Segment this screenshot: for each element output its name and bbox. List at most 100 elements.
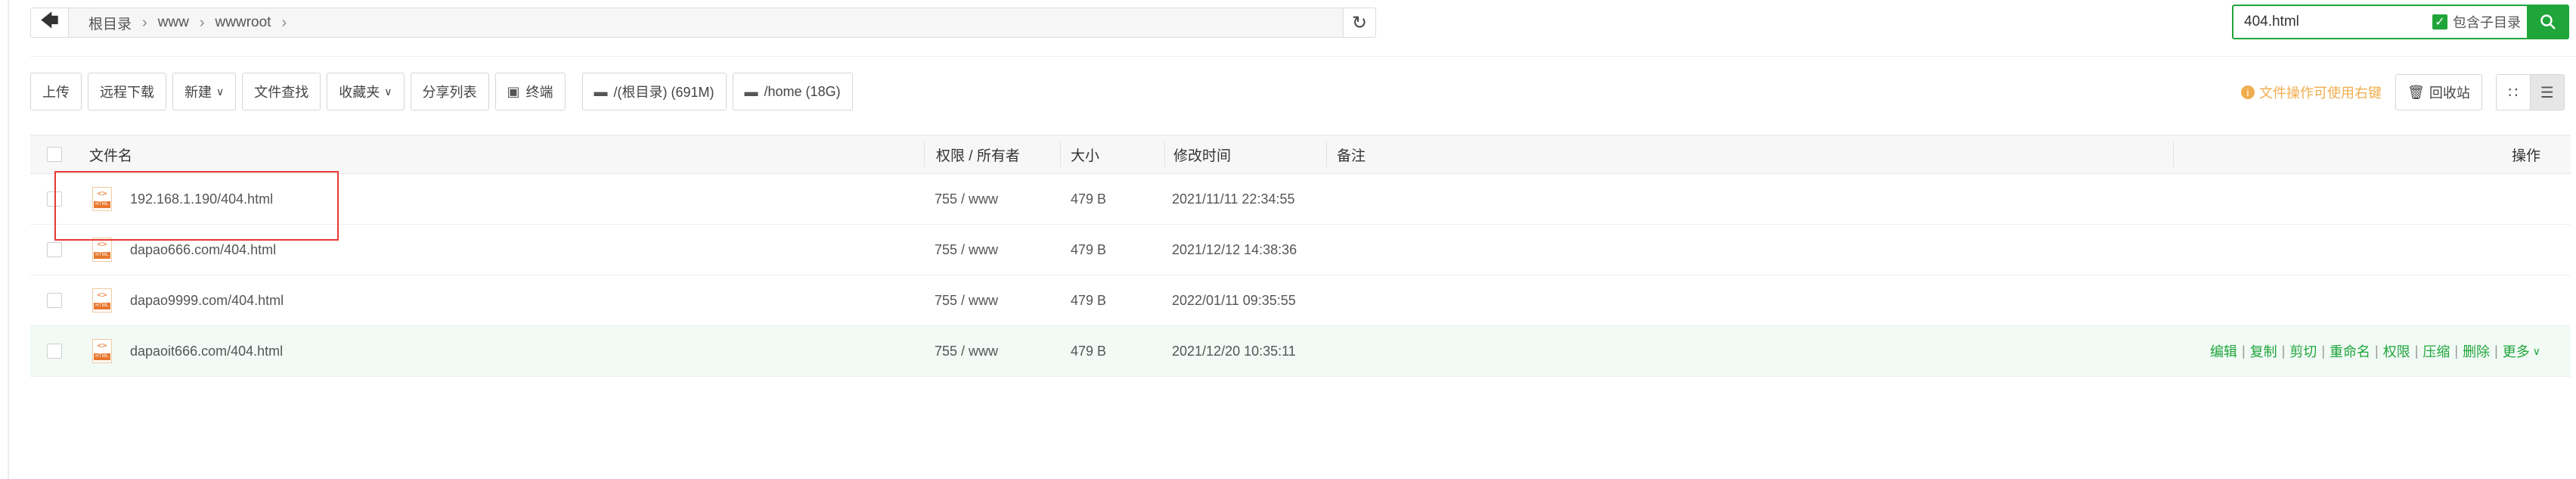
terminal-icon: ▣ xyxy=(507,83,520,99)
chevron-down-icon: ∨ xyxy=(2532,344,2540,357)
search-icon xyxy=(2540,14,2556,30)
html-file-icon: <> HTML xyxy=(92,275,112,325)
disk-icon: ▬ xyxy=(744,83,758,99)
breadcrumb-item-www[interactable]: www xyxy=(147,14,200,31)
include-subdir-toggle[interactable]: ✓ 包含子目录 xyxy=(2432,12,2521,32)
table-row[interactable]: <> HTML dapao9999.com/404.html 755 / www … xyxy=(30,275,2571,326)
chevron-down-icon: ∨ xyxy=(216,85,225,98)
refresh-icon: ↻ xyxy=(1351,12,1368,33)
breadcrumb-item-root[interactable]: 根目录 xyxy=(78,13,142,33)
chevron-right-icon: › xyxy=(281,14,287,31)
permission-link[interactable]: 权限 xyxy=(2383,341,2410,361)
find-in-files-button[interactable]: 文件查找 xyxy=(242,73,321,110)
terminal-button[interactable]: ▣ 终端 xyxy=(494,73,566,110)
rename-link[interactable]: 重命名 xyxy=(2330,341,2370,361)
file-perm[interactable]: 755 / www xyxy=(935,275,998,325)
share-list-button[interactable]: 分享列表 xyxy=(410,73,489,110)
more-link[interactable]: 更多 xyxy=(2503,341,2530,361)
col-perm[interactable]: 权限 / 所有者 xyxy=(936,135,1020,173)
file-mtime: 2021/11/11 22:34:55 xyxy=(1172,191,1295,207)
row-actions: 编辑 | 复制 | 剪切 | 重命名 | 权限 | 压缩 | 删除 | 更多 ∨ xyxy=(2210,326,2540,376)
column-divider xyxy=(1060,142,1061,167)
html-file-icon: <> HTML xyxy=(92,326,112,376)
hint-text: 文件操作可使用右键 xyxy=(2259,86,2382,101)
back-button[interactable]: 🡄 xyxy=(31,8,69,37)
file-perm[interactable]: 755 / www xyxy=(935,225,998,275)
separator: | xyxy=(2454,343,2459,359)
copy-link[interactable]: 复制 xyxy=(2250,341,2277,361)
col-name[interactable]: 文件名 xyxy=(89,135,132,173)
left-divider xyxy=(8,0,9,479)
separator: | xyxy=(2321,343,2325,359)
file-size: 479 B xyxy=(1071,241,1107,257)
chevron-right-icon: › xyxy=(142,14,147,31)
include-subdir-label: 包含子目录 xyxy=(2453,15,2521,30)
file-table: 文件名 权限 / 所有者 大小 修改时间 备注 操作 <> HTML 192.16… xyxy=(30,135,2571,377)
right-click-hint: i 文件操作可使用右键 xyxy=(2241,82,2382,102)
edit-link[interactable]: 编辑 xyxy=(2210,341,2237,361)
trash-icon: 🗑 xyxy=(2407,84,2425,100)
column-divider xyxy=(1164,142,1165,167)
table-row[interactable]: <> HTML 192.168.1.190/404.html 755 / www … xyxy=(30,174,2571,225)
search-input[interactable] xyxy=(2243,13,2427,31)
column-divider xyxy=(924,142,925,167)
file-name[interactable]: dapaoit666.com/404.html xyxy=(130,326,283,376)
recycle-bin-label: 回收站 xyxy=(2429,86,2470,101)
separator: | xyxy=(2241,343,2246,359)
breadcrumb-item-wwwroot[interactable]: wwwroot xyxy=(205,14,282,31)
breadcrumb: 根目录 › www › wwwroot › xyxy=(69,13,287,33)
disk-home-label: /home (18G) xyxy=(764,83,841,99)
favorites-label: 收藏夹 xyxy=(339,85,380,100)
right-toolbar: i 文件操作可使用右键 🗑 回收站 ∷ ☰ xyxy=(2241,73,2565,112)
select-all-checkbox[interactable] xyxy=(47,135,62,173)
separator: | xyxy=(2281,343,2286,359)
disk-root-label: /(根目录) (691M) xyxy=(613,85,715,100)
file-mtime: 2021/12/20 10:35:11 xyxy=(1172,343,1296,359)
table-header: 文件名 权限 / 所有者 大小 修改时间 备注 操作 xyxy=(30,135,2571,174)
row-checkbox[interactable] xyxy=(47,275,62,325)
file-size: 479 B xyxy=(1071,292,1107,308)
file-size: 479 B xyxy=(1071,191,1107,207)
highlight-box xyxy=(54,171,339,241)
col-mtime[interactable]: 修改时间 xyxy=(1173,135,1231,173)
file-perm[interactable]: 755 / www xyxy=(935,174,998,224)
disk-root-button[interactable]: ▬ /(根目录) (691M) xyxy=(581,73,727,110)
file-mtime: 2022/01/11 09:35:55 xyxy=(1172,292,1296,308)
table-row[interactable]: <> HTML dapaoit666.com/404.html 755 / www… xyxy=(30,326,2571,377)
refresh-button[interactable]: ↻ xyxy=(1343,8,1376,38)
col-size[interactable]: 大小 xyxy=(1071,135,1099,173)
list-view-button[interactable]: ☰ xyxy=(2529,74,2565,110)
separator: | xyxy=(2414,343,2419,359)
cut-link[interactable]: 剪切 xyxy=(2289,341,2317,361)
row-checkbox[interactable] xyxy=(47,326,62,376)
list-view-icon: ☰ xyxy=(2540,84,2554,101)
separator: | xyxy=(2375,343,2379,359)
path-bar[interactable]: 🡄 根目录 › www › wwwroot › xyxy=(30,8,1375,38)
chevron-down-icon: ∨ xyxy=(384,85,392,98)
column-divider xyxy=(2173,142,2174,167)
favorites-dropdown-button[interactable]: 收藏夹 ∨ xyxy=(327,73,405,110)
column-divider xyxy=(1326,142,1327,167)
divider xyxy=(30,56,2576,57)
table-row[interactable]: <> HTML dapao666.com/404.html 755 / www 4… xyxy=(30,225,2571,275)
search-box: ✓ 包含子目录 xyxy=(2232,5,2528,39)
file-name[interactable]: dapao9999.com/404.html xyxy=(130,275,284,325)
disk-home-button[interactable]: ▬ /home (18G) xyxy=(732,73,853,110)
delete-link[interactable]: 删除 xyxy=(2463,341,2490,361)
search-button[interactable] xyxy=(2527,5,2569,39)
disk-icon: ▬ xyxy=(594,83,608,99)
checkbox-checked-icon[interactable]: ✓ xyxy=(2432,14,2447,30)
new-dropdown-button[interactable]: 新建 ∨ xyxy=(172,73,237,110)
file-perm[interactable]: 755 / www xyxy=(935,326,998,376)
upload-button[interactable]: 上传 xyxy=(30,73,82,110)
col-ops: 操作 xyxy=(2511,148,2540,164)
recycle-bin-button[interactable]: 🗑 回收站 xyxy=(2395,74,2482,110)
remote-download-button[interactable]: 远程下载 xyxy=(88,73,166,110)
chevron-right-icon: › xyxy=(199,14,205,31)
compress-link[interactable]: 压缩 xyxy=(2423,341,2450,361)
file-mtime: 2021/12/12 14:38:36 xyxy=(1172,241,1297,257)
file-size: 479 B xyxy=(1071,343,1107,359)
terminal-label: 终端 xyxy=(525,85,553,100)
grid-view-button[interactable]: ∷ xyxy=(2495,74,2531,110)
